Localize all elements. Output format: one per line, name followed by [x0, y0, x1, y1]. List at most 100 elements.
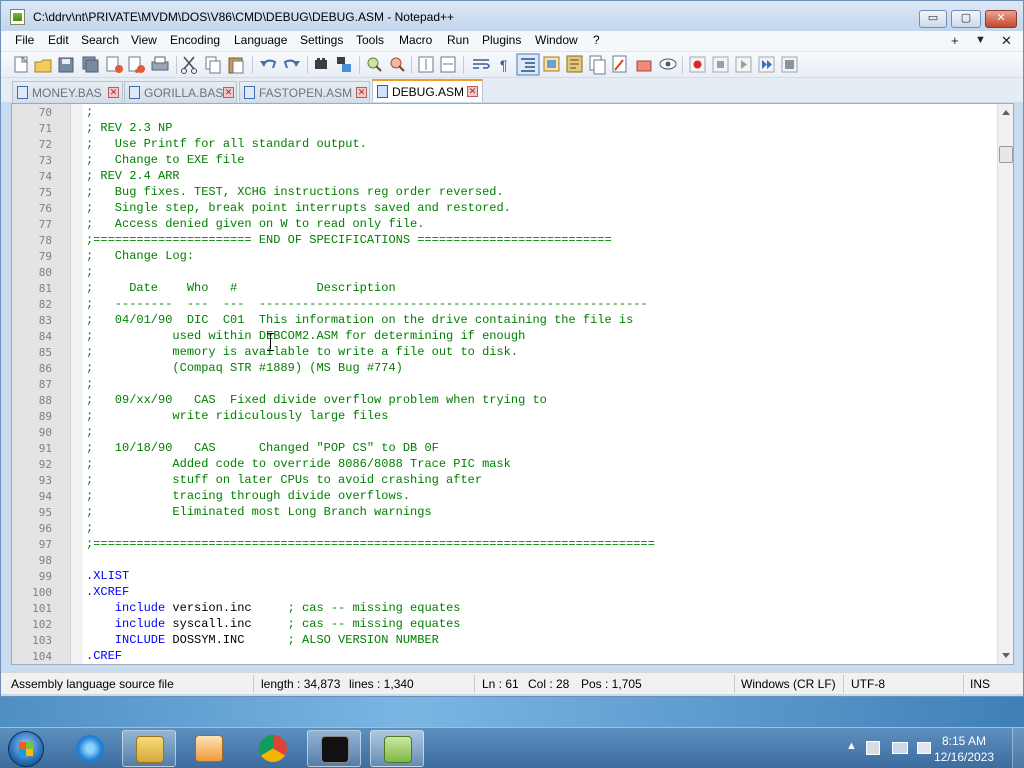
close-all-icon[interactable]: [128, 56, 145, 73]
code-line[interactable]: ; write ridiculously large files: [86, 409, 388, 423]
macro-run-multiple-icon[interactable]: [758, 56, 775, 73]
save-icon[interactable]: [58, 57, 74, 73]
code-line[interactable]: ; stuff on later CPUs to avoid crashing …: [86, 473, 482, 487]
zoom-out-icon[interactable]: [390, 57, 405, 72]
monitoring-icon[interactable]: [636, 60, 652, 72]
taskbar-notepad-plus-plus[interactable]: [370, 730, 424, 767]
menu-tools[interactable]: Tools: [356, 33, 384, 47]
menu-search[interactable]: Search: [81, 33, 119, 47]
code-line[interactable]: ; Date Who # Description: [86, 281, 396, 295]
word-wrap-icon[interactable]: [473, 59, 490, 69]
copy-icon[interactable]: [205, 56, 221, 74]
code-line[interactable]: include syscall.inc ; cas -- missing equ…: [86, 617, 461, 631]
code-line[interactable]: ; REV 2.4 ARR: [86, 169, 180, 183]
taskbar-internet-explorer[interactable]: [63, 730, 117, 767]
menu-view[interactable]: View: [131, 33, 157, 47]
code-line[interactable]: ;: [86, 521, 93, 535]
menu-language[interactable]: Language: [234, 33, 287, 47]
replace-icon[interactable]: [337, 57, 351, 72]
volume-muted-icon[interactable]: [917, 742, 931, 754]
code-line[interactable]: ; 09/xx/90 CAS Fixed divide overflow pro…: [86, 393, 547, 407]
minimize-button[interactable]: ▭: [919, 10, 947, 28]
cut-icon[interactable]: [181, 56, 197, 74]
title-bar[interactable]: C:\ddrv\nt\PRIVATE\MVDM\DOS\V86\CMD\DEBU…: [1, 1, 1023, 31]
function-list-icon[interactable]: [589, 55, 606, 75]
status-eol[interactable]: Windows (CR LF): [741, 677, 836, 691]
taskbar-file-explorer[interactable]: [122, 730, 176, 767]
eye-icon[interactable]: [659, 58, 677, 70]
show-all-chars-icon[interactable]: ¶: [500, 57, 508, 73]
code-line[interactable]: ; REV 2.3 NP: [86, 121, 172, 135]
open-file-icon[interactable]: [34, 59, 52, 73]
code-line[interactable]: ; Bug fixes. TEST, XCHG instructions reg…: [86, 185, 504, 199]
code-line[interactable]: .XCREF: [86, 585, 129, 599]
code-line[interactable]: INCLUDE DOSSYM.INC ; ALSO VERSION NUMBER: [86, 633, 439, 647]
action-center-flag-icon[interactable]: [866, 741, 880, 755]
network-icon[interactable]: [892, 742, 908, 754]
find-icon[interactable]: [315, 58, 327, 69]
folder-as-workspace-icon[interactable]: [612, 55, 627, 73]
tab-list-dropdown[interactable]: ▼: [975, 34, 986, 46]
show-hidden-icons-arrow[interactable]: ▲: [846, 740, 857, 752]
menu-edit[interactable]: Edit: [48, 33, 69, 47]
tab-debug-asm[interactable]: DEBUG.ASM ✕: [372, 79, 483, 102]
redo-icon[interactable]: [283, 59, 300, 69]
close-icon[interactable]: [106, 56, 123, 73]
tab-money-bas[interactable]: MONEY.BAS ✕: [12, 81, 123, 102]
code-line[interactable]: ;====================== END OF SPECIFICA…: [86, 233, 612, 247]
indent-guide-icon[interactable]: [516, 53, 540, 76]
code-line[interactable]: ;: [86, 105, 93, 119]
macro-play-icon[interactable]: [735, 56, 752, 73]
code-line[interactable]: ;: [86, 265, 93, 279]
sync-vertical-icon[interactable]: [418, 56, 434, 73]
code-line[interactable]: ; Eliminated most Long Branch warnings: [86, 505, 432, 519]
code-line[interactable]: ; -------- --- --- ---------------------…: [86, 297, 648, 311]
maximize-button[interactable]: ▢: [951, 10, 981, 28]
sync-horizontal-icon[interactable]: [440, 56, 456, 73]
vertical-scrollbar[interactable]: [997, 104, 1013, 664]
code-line[interactable]: ; 10/18/90 CAS Changed "POP CS" to DB 0F: [86, 441, 439, 455]
code-line[interactable]: ; Change to EXE file: [86, 153, 244, 167]
scroll-up-arrow-icon[interactable]: [1002, 110, 1010, 115]
macro-stop-icon[interactable]: [712, 56, 729, 73]
code-line[interactable]: ; Change Log:: [86, 249, 194, 263]
undo-icon[interactable]: [260, 59, 277, 69]
code-line[interactable]: .CREF: [86, 649, 122, 663]
status-encoding[interactable]: UTF-8: [851, 677, 885, 691]
menu-help[interactable]: ?: [593, 33, 600, 47]
code-editor[interactable]: 70 71 72 73 74 75 76 77 78 79 80 81 82 83 84 85 86 87 88 89…: [11, 103, 1014, 665]
code-line[interactable]: ; memory is available to write a file ou…: [86, 345, 518, 359]
menu-file[interactable]: File: [15, 33, 34, 47]
code-line[interactable]: include version.inc ; cas -- missing equ…: [86, 601, 461, 615]
paste-icon[interactable]: [228, 57, 244, 74]
menu-window[interactable]: Window: [535, 33, 578, 47]
show-desktop-button[interactable]: [1012, 728, 1024, 768]
code-line[interactable]: ; Single step, break point interrupts sa…: [86, 201, 511, 215]
close-button[interactable]: ✕: [985, 10, 1017, 28]
taskbar-command-prompt[interactable]: [307, 730, 361, 767]
print-icon[interactable]: [151, 56, 169, 71]
document-map-icon[interactable]: [566, 55, 583, 73]
code-line[interactable]: .XLIST: [86, 569, 129, 583]
menu-macro[interactable]: Macro: [399, 33, 432, 47]
tab-close-icon[interactable]: ✕: [223, 87, 234, 98]
system-clock[interactable]: 8:15 AM 12/16/2023: [932, 733, 996, 765]
taskbar-chrome[interactable]: [246, 730, 300, 767]
tab-fastopen-asm[interactable]: FASTOPEN.ASM ✕: [239, 81, 370, 102]
zoom-in-icon[interactable]: [367, 57, 382, 72]
code-line[interactable]: ; used within DEBCOM2.ASM for determinin…: [86, 329, 525, 343]
tab-gorilla-bas[interactable]: GORILLA.BAS ✕: [124, 81, 237, 102]
code-line[interactable]: ;=======================================…: [86, 537, 655, 551]
menu-run[interactable]: Run: [447, 33, 469, 47]
code-line[interactable]: ; Access denied given on W to read only …: [86, 217, 424, 231]
code-line[interactable]: ; (Compaq STR #1889) (MS Bug #774): [86, 361, 403, 375]
code-line[interactable]: ; 04/01/90 DIC C01 This information on t…: [86, 313, 633, 327]
code-line[interactable]: ; tracing through divide overflows.: [86, 489, 410, 503]
scroll-thumb[interactable]: [999, 146, 1013, 163]
menu-encoding[interactable]: Encoding: [170, 33, 220, 47]
code-line[interactable]: ;: [86, 377, 93, 391]
save-all-icon[interactable]: [82, 56, 99, 73]
scroll-down-arrow-icon[interactable]: [1002, 653, 1010, 658]
menu-settings[interactable]: Settings: [300, 33, 343, 47]
code-line[interactable]: ; Added code to override 8086/8088 Trace…: [86, 457, 511, 471]
